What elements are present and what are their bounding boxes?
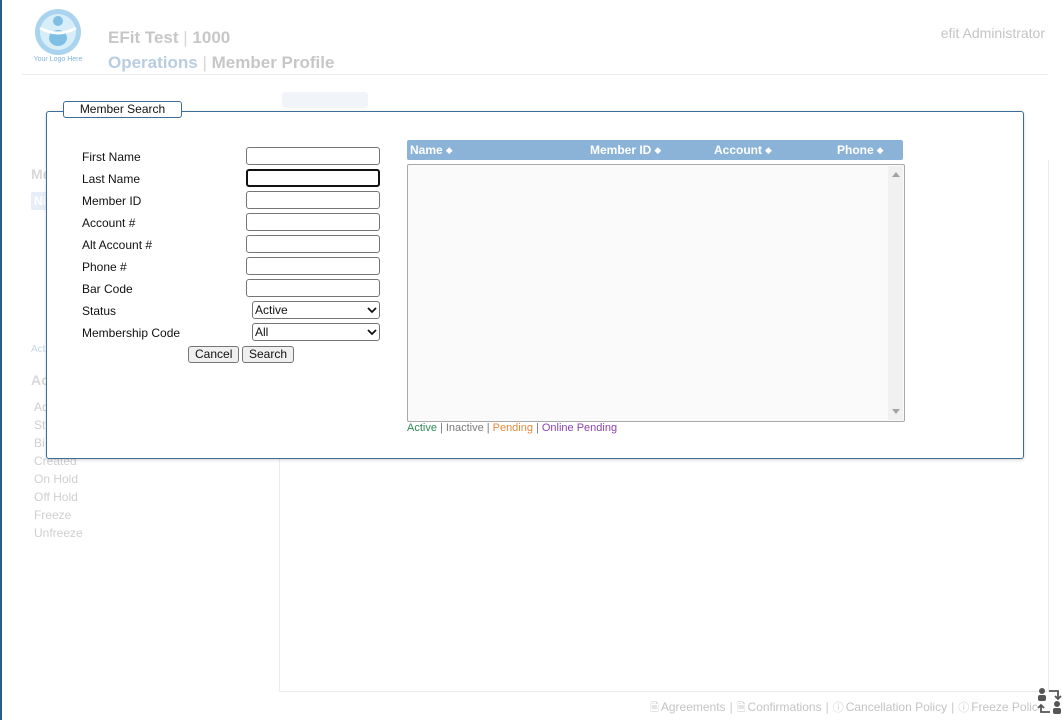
status-select[interactable]: Active [252,301,380,319]
page-title: EFit Test | 1000 [108,28,230,48]
info-icon: ⓘ [832,702,844,714]
search-button[interactable]: Search [242,346,295,363]
document-icon: 🗎 [650,702,659,714]
column-header-account[interactable]: Account ◆ [714,143,772,157]
company-id: 1000 [192,28,231,47]
membership-code-label: Membership Code [82,326,181,340]
last-name-input[interactable] [246,169,380,187]
sort-icon: ◆ [445,145,453,155]
member-id-input[interactable] [246,191,380,209]
column-header-member-id[interactable]: Member ID ◆ [590,143,661,157]
legend-inactive: Inactive [445,422,484,434]
status-row: Status Active [82,301,382,321]
cancel-button[interactable]: Cancel [188,346,240,363]
account-input[interactable] [246,213,380,231]
column-header-name[interactable]: Name ◆ [410,143,453,157]
phone-label: Phone # [82,260,127,274]
bar-code-input[interactable] [246,279,380,297]
breadcrumb-separator: | [202,53,207,72]
footer-link-cancellation-policy[interactable]: Cancellation Policy [846,700,947,714]
results-list[interactable] [407,164,905,422]
alt-account-label: Alt Account # [82,238,153,252]
logo-text: Your Logo Here [33,56,83,63]
bar-code-label: Bar Code [82,282,133,296]
document-icon: 🗎 [736,702,746,714]
first-name-label: First Name [82,150,141,164]
results-table-header: Name ◆ Member ID ◆ Account ◆ Phone ◆ [407,140,903,160]
column-header-phone[interactable]: Phone ◆ [837,143,884,157]
last-name-label: Last Name [82,172,141,186]
membership-code-select[interactable]: All [252,323,380,341]
breadcrumb: Operations | Member Profile [108,53,334,73]
footer-link-confirmations[interactable]: Confirmations [748,700,822,714]
title-separator: | [183,28,188,47]
sort-icon: ◆ [765,145,772,155]
legend-pending: Pending [492,422,533,434]
breadcrumb-operations[interactable]: Operations [108,53,198,72]
breadcrumb-member-profile: Member Profile [211,53,335,72]
scroll-down-arrow-icon[interactable] [892,409,900,414]
last-name-row: Last Name [82,169,382,189]
phone-input[interactable] [246,257,380,275]
legend-online-pending: Online Pending [541,422,618,434]
first-name-input[interactable] [246,147,380,165]
page: Your Logo Here EFit Test | 1000 Operatio… [0,0,1063,720]
background-action-item: Off Hold [34,490,78,504]
sort-icon: ◆ [876,145,884,155]
footer-link-agreements[interactable]: Agreements [661,700,726,714]
background-tab [282,92,368,108]
logo-icon [35,9,81,55]
membership-code-row: Membership Code All [82,323,382,343]
alt-account-row: Alt Account # [82,235,382,255]
member-id-row: Member ID [82,191,382,211]
background-action-item: Freeze [34,508,72,522]
legend-active: Active [407,422,437,434]
switch-user-icon[interactable] [1036,686,1063,716]
first-name-row: First Name [82,147,382,167]
bar-code-row: Bar Code [82,279,382,299]
alt-account-input[interactable] [246,235,380,253]
info-icon: ⓘ [958,702,970,714]
account-row: Account # [82,213,382,233]
company-name: EFit Test [108,28,179,47]
footer-links: 🗎 Agreements | 🗎 Confirmations | ⓘ Cancellation… [650,700,1038,714]
account-label: Account # [82,216,136,230]
status-legend: Active | Inactive | Pending | Online Pending [407,422,618,434]
status-label: Status [82,304,117,318]
results-scrollbar[interactable] [888,166,903,420]
company-logo: Your Logo Here [30,8,86,68]
background-action-item: On Hold [34,472,79,486]
sort-icon: ◆ [654,145,662,155]
dialog-title: Member Search [63,101,182,118]
phone-row: Phone # [82,257,382,277]
header-divider [22,74,1048,75]
background-action-item: Unfreeze [34,526,83,540]
member-id-label: Member ID [82,194,142,208]
scroll-up-arrow-icon[interactable] [892,172,900,177]
user-menu[interactable]: efit Administrator [941,25,1045,41]
footer-link-freeze-policy[interactable]: Freeze Polic [971,700,1038,714]
